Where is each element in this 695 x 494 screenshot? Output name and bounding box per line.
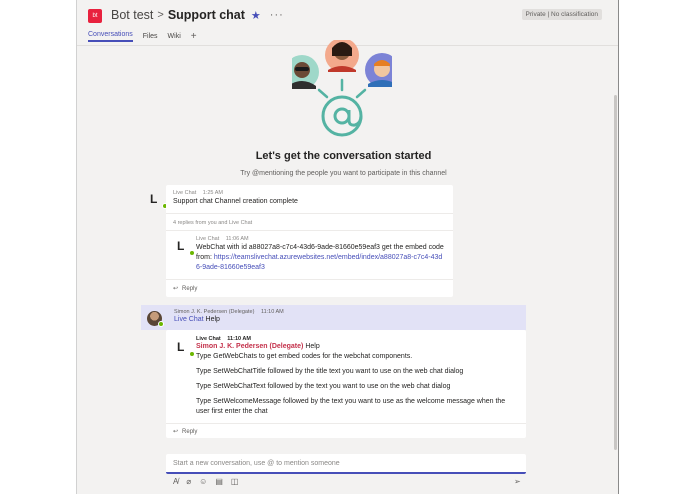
help-line: Type SetWelcomeMessage followed by the t… — [196, 398, 506, 415]
compose-input[interactable]: Start a new conversation, use @ to menti… — [166, 454, 526, 474]
reply-arrow-icon: ↩ — [173, 429, 179, 435]
divider — [166, 230, 453, 231]
giphy-icon[interactable]: ▤ — [215, 477, 223, 486]
replies-summary[interactable]: 4 replies from you and Live Chat — [173, 220, 252, 226]
message-text: Support chat Channel creation complete — [173, 198, 298, 205]
presence-dot — [189, 351, 195, 357]
reply-meta: Live Chat 11:06 AM — [196, 236, 446, 242]
reply-card: L Live Chat 11:10 AM Simon J. K. Pederse… — [166, 330, 526, 438]
add-tab-button[interactable]: + — [191, 32, 197, 42]
presence-dot — [158, 321, 164, 327]
embed-link[interactable]: https://teamslivechat.azurewebsites.net/… — [196, 254, 442, 271]
help-line: Type SetWebChatTitle followed by the tit… — [196, 368, 464, 375]
people-mention-illustration — [292, 40, 392, 137]
star-icon[interactable]: ★ — [251, 9, 261, 22]
channel-tabs: Conversations Files Wiki + — [88, 31, 197, 42]
bot-reply-message: Live Chat 11:10 AM Simon J. K. Pedersen … — [196, 336, 518, 417]
message-meta: Live Chat 1:25 AM — [173, 190, 223, 196]
tab-wiki[interactable]: Wiki — [168, 33, 181, 42]
divider — [166, 423, 526, 424]
team-avatar[interactable]: bt — [88, 9, 102, 23]
mention-live-chat[interactable]: Live Chat — [174, 316, 204, 323]
person-center-icon — [325, 40, 359, 72]
reply-message: Live Chat 11:06 AM WebChat with id a8802… — [196, 236, 446, 273]
reply-mention-line: Simon J. K. Pedersen (Delegate) Help — [196, 342, 518, 352]
channel-name: Support chat — [167, 8, 245, 22]
reply-time: 11:06 AM — [225, 236, 249, 242]
message-text: Live Chat Help — [174, 315, 284, 325]
person-right-icon — [365, 53, 392, 87]
teams-window: bt Bot test > Support chat ★ ··· Private… — [76, 0, 619, 494]
message-time: 11:10 AM — [260, 309, 284, 315]
divider — [166, 279, 453, 280]
presence-dot — [189, 250, 195, 256]
emoji-icon[interactable]: ☺ — [199, 477, 207, 486]
tab-conversations[interactable]: Conversations — [88, 31, 133, 42]
mention-rays-icon — [317, 78, 367, 99]
empty-state-title: Let's get the conversation started — [255, 150, 432, 162]
message-body: Help — [205, 316, 220, 323]
empty-state-subtitle: Try @mentioning the people you want to p… — [240, 170, 447, 177]
breadcrumb-separator: > — [157, 9, 164, 21]
person-left-icon — [292, 55, 319, 89]
mention-text: Help — [305, 343, 320, 350]
livechat-avatar: L — [177, 239, 195, 256]
livechat-avatar: L — [150, 192, 168, 209]
message-time: 1:25 AM — [202, 190, 223, 196]
reply-author[interactable]: Live Chat — [196, 236, 219, 242]
livechat-avatar: L — [177, 340, 195, 357]
tab-files[interactable]: Files — [143, 33, 158, 42]
format-icon[interactable]: A̸ — [173, 477, 178, 486]
attach-icon[interactable]: ⌀ — [186, 477, 191, 486]
thread-card: Live Chat 1:25 AM Support chat Channel c… — [166, 185, 453, 297]
compose-toolbar: A̸ ⌀ ☺ ▤ ◫ — [173, 477, 238, 486]
send-icon[interactable]: ➢ — [514, 477, 521, 486]
mention-user[interactable]: Simon J. K. Pedersen (Delegate) — [196, 343, 303, 350]
team-name[interactable]: Bot test — [111, 8, 153, 22]
more-options-icon[interactable]: ··· — [270, 9, 284, 21]
privacy-badge: Private | No classification — [521, 9, 602, 20]
divider — [166, 213, 453, 214]
meet-icon[interactable]: ◫ — [231, 477, 239, 486]
reply-text: WebChat with id a88027a8-c7c4-43d6-9ade-… — [196, 243, 446, 273]
message-header: Simon J. K. Pedersen (Delegate) 11:10 AM… — [174, 309, 284, 325]
help-line: Type GetWebChats to get embed codes for … — [196, 353, 413, 360]
help-line: Type SetWebChatText followed by the text… — [196, 383, 451, 390]
reply-button[interactable]: ↩ Reply — [173, 428, 198, 436]
reply-arrow-icon: ↩ — [173, 286, 179, 292]
breadcrumb: Bot test > Support chat ★ ··· — [111, 8, 284, 22]
message-author[interactable]: Live Chat — [173, 190, 196, 196]
at-sign-icon — [321, 95, 363, 137]
reply-label: Reply — [182, 428, 198, 435]
reply-button[interactable]: ↩ Reply — [173, 285, 198, 293]
scrollbar[interactable] — [614, 95, 617, 450]
user-photo-avatar[interactable] — [147, 311, 164, 327]
reply-label: Reply — [182, 285, 198, 292]
